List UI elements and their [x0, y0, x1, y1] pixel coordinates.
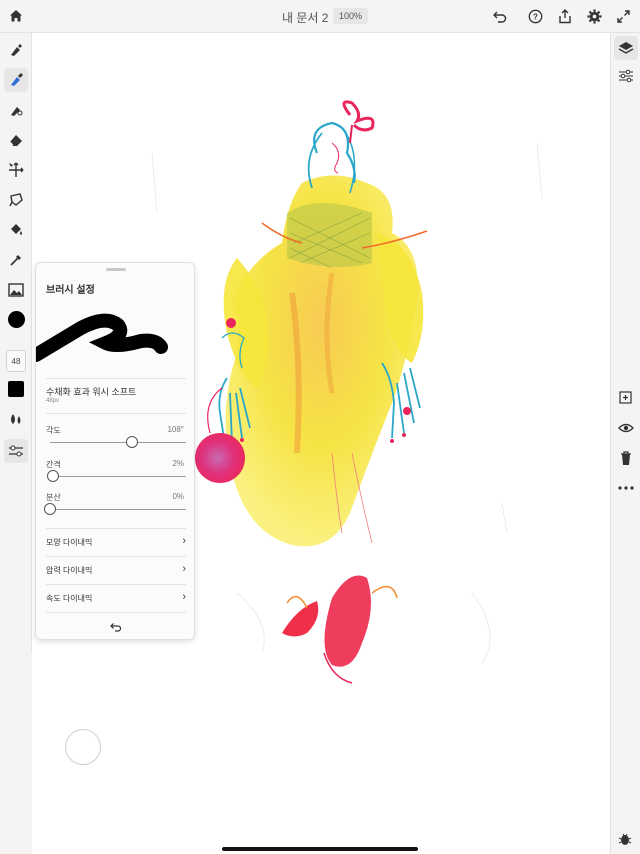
speed-dynamics-item[interactable]: 속도 다이내믹 › — [46, 585, 186, 611]
add-layer-icon[interactable] — [614, 386, 638, 410]
brush-stroke-preview — [36, 313, 168, 362]
slider-value-spacing: 2% — [172, 459, 184, 468]
angle-slider-knob[interactable] — [125, 436, 138, 448]
pixel-brush-icon[interactable] — [4, 38, 28, 62]
more-icon[interactable] — [614, 476, 638, 500]
adjustments-icon[interactable] — [614, 64, 638, 88]
share-icon[interactable] — [555, 6, 575, 26]
settings-icon[interactable] — [584, 6, 604, 26]
menu-item-label: 압력 다이내믹 — [46, 566, 93, 575]
zoom-level[interactable]: 100% — [333, 8, 369, 24]
delete-icon[interactable] — [614, 446, 638, 470]
top-bar: 내 문서 2 100% ? — [0, 0, 640, 33]
reset-icon[interactable] — [109, 620, 123, 634]
opacity-drops-icon[interactable] — [4, 407, 28, 431]
help-icon[interactable]: ? — [525, 6, 545, 26]
shape-dynamics-item[interactable]: 모양 다이내믹 › — [46, 529, 186, 555]
panel-drag-handle[interactable] — [106, 268, 126, 271]
eraser-brush-icon[interactable] — [4, 98, 28, 122]
slider-value-angle: 108° — [167, 425, 184, 434]
undo-icon[interactable] — [490, 6, 510, 26]
angle-slider-track[interactable] — [50, 442, 186, 443]
move-icon[interactable] — [4, 158, 28, 182]
svg-text:?: ? — [533, 12, 538, 21]
slider-value-scatter: 0% — [172, 492, 184, 501]
menu-item-label: 속도 다이내믹 — [46, 594, 93, 603]
brush-size-label: 48px — [46, 398, 60, 404]
spacing-slider-knob[interactable] — [46, 470, 59, 482]
scatter-slider-knob[interactable] — [44, 503, 56, 515]
visibility-icon[interactable] — [614, 416, 638, 440]
home-indicator[interactable] — [222, 847, 418, 851]
right-toolbar — [610, 33, 640, 854]
slider-label-angle: 각도 — [46, 426, 61, 435]
brush-settings-panel: 브러시 설정 수채화 효과 워시 소프트 48px 각도 108° 간격 2% … — [35, 262, 195, 640]
pressure-dynamics-item[interactable]: 압력 다이내믹 › — [46, 557, 186, 583]
color-picker[interactable] — [8, 311, 25, 328]
spacing-slider-track[interactable] — [50, 476, 186, 477]
brush-size-field[interactable]: 48 — [6, 350, 26, 372]
layers-icon[interactable] — [614, 36, 638, 60]
panel-title: 브러시 설정 — [46, 285, 95, 296]
chevron-right-icon: › — [182, 563, 186, 575]
left-toolbar: 48 — [0, 33, 32, 653]
eyedropper-icon[interactable] — [4, 248, 28, 272]
scatter-slider-track[interactable] — [50, 509, 186, 510]
menu-item-label: 모양 다이내믹 — [46, 538, 93, 547]
brush-name[interactable]: 수채화 효과 워시 소프트 — [46, 385, 136, 398]
brush-settings-icon[interactable] — [4, 439, 28, 463]
color-swatch[interactable] — [8, 381, 24, 397]
slider-label-spacing: 간격 — [46, 460, 61, 469]
eraser-icon[interactable] — [4, 128, 28, 152]
fill-icon[interactable] — [4, 218, 28, 242]
paint-brush-icon[interactable] — [4, 68, 28, 92]
chevron-right-icon: › — [182, 535, 186, 547]
image-icon[interactable] — [4, 278, 28, 302]
slider-label-scatter: 분산 — [46, 493, 61, 502]
lasso-icon[interactable] — [4, 188, 28, 212]
home-icon[interactable] — [6, 6, 26, 26]
bug-icon[interactable] — [616, 830, 634, 848]
modifier-touch-button[interactable] — [65, 729, 101, 765]
fullscreen-icon[interactable] — [613, 6, 633, 26]
document-title[interactable]: 내 문서 2 — [282, 9, 328, 26]
chevron-right-icon: › — [182, 591, 186, 603]
